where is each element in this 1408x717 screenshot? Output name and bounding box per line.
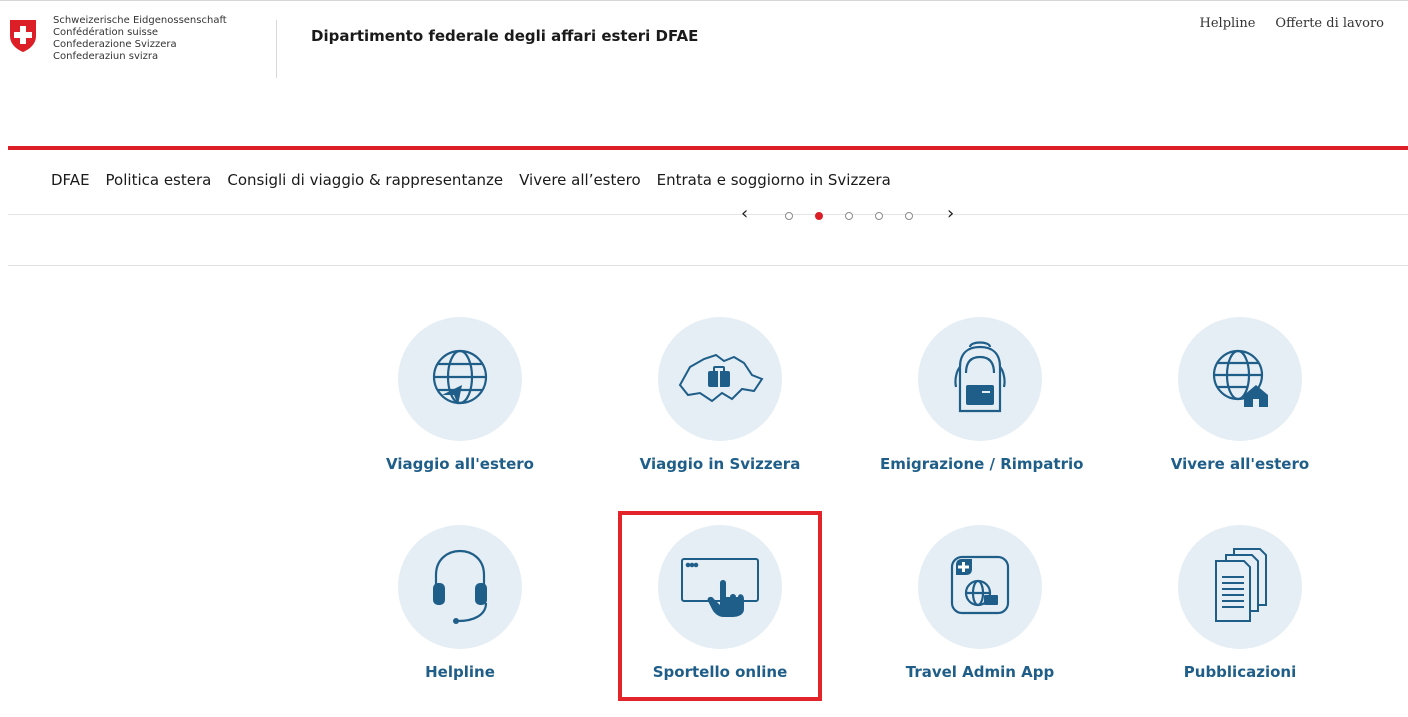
tile-travel-admin-app[interactable]: Travel Admin App (880, 525, 1080, 681)
carousel-dot[interactable] (905, 212, 913, 220)
tile-circle[interactable] (1178, 525, 1302, 649)
carousel-dot[interactable] (785, 212, 793, 220)
tile-living-abroad[interactable]: Vivere all'estero (1140, 317, 1340, 473)
tile-circle[interactable] (398, 525, 522, 649)
highlight-annotation-box (618, 511, 822, 701)
header-divider (276, 20, 277, 78)
tile-label[interactable]: Vivere all'estero (1140, 455, 1340, 473)
headset-icon (428, 545, 492, 629)
tile-publications[interactable]: Pubblicazioni (1140, 525, 1340, 681)
tile-helpline[interactable]: Helpline (360, 525, 560, 681)
main-navigation: DFAE Politica estera Consigli di viaggio… (51, 171, 891, 189)
tile-circle[interactable] (918, 317, 1042, 441)
tile-circle[interactable] (658, 317, 782, 441)
swiss-flag-icon[interactable] (8, 18, 38, 54)
nav-item-foreign-policy[interactable]: Politica estera (106, 171, 212, 189)
nav-divider (8, 214, 1408, 215)
carousel-next-icon[interactable]: › (947, 205, 954, 223)
logo-line-fr: Confédération suisse (53, 27, 159, 38)
backpack-icon (948, 337, 1012, 421)
job-offers-link[interactable]: Offerte di lavoro (1275, 16, 1384, 31)
tile-label[interactable]: Pubblicazioni (1140, 663, 1340, 681)
section-divider (8, 265, 1408, 266)
tile-circle[interactable] (918, 525, 1042, 649)
tile-label[interactable]: Travel Admin App (880, 663, 1080, 681)
nav-item-entry-residence[interactable]: Entrata e soggiorno in Svizzera (657, 171, 891, 189)
tile-label[interactable]: Viaggio in Svizzera (620, 455, 820, 473)
tile-travel-abroad[interactable]: Viaggio all'estero (360, 317, 560, 473)
tile-emigration[interactable]: Emigrazione / Rimpatrio (880, 317, 1083, 473)
nav-item-travel-advice[interactable]: Consigli di viaggio & rappresentanze (227, 171, 503, 189)
logo-line-it: Confederazione Svizzera (53, 39, 177, 50)
carousel-dot[interactable] (845, 212, 853, 220)
logo-line-de: Schweizerische Eidgenossenschaft (53, 15, 227, 26)
tile-circle[interactable] (398, 317, 522, 441)
tile-circle[interactable] (1178, 317, 1302, 441)
carousel-dot[interactable] (875, 212, 883, 220)
app-globe-bag-icon (948, 553, 1012, 621)
red-header-rule (8, 146, 1408, 150)
tile-label[interactable]: Viaggio all'estero (360, 455, 560, 473)
department-title: Dipartimento federale degli affari ester… (311, 27, 699, 45)
nav-item-dfae[interactable]: DFAE (51, 171, 90, 189)
service-navigation: Helpline Offerte di lavoro (1200, 16, 1385, 31)
globe-plane-icon (428, 345, 492, 413)
tile-travel-switzerland[interactable]: Viaggio in Svizzera (620, 317, 820, 473)
tile-label[interactable]: Emigrazione / Rimpatrio (880, 455, 1083, 473)
tile-label[interactable]: Helpline (360, 663, 560, 681)
logo-line-rm: Confederaziun svizra (53, 51, 159, 62)
globe-house-icon (1208, 345, 1272, 413)
nav-item-living-abroad[interactable]: Vivere all’estero (519, 171, 641, 189)
documents-icon (1208, 545, 1272, 629)
carousel-prev-icon[interactable]: ‹ (741, 205, 748, 223)
carousel-controls: ‹ › (741, 205, 961, 225)
carousel-dot-active[interactable] (815, 212, 823, 220)
top-border (0, 0, 1408, 1)
helpline-link[interactable]: Helpline (1200, 16, 1256, 31)
switzerland-suitcase-icon (672, 345, 768, 413)
confederation-logo-text[interactable]: Schweizerische Eidgenossenschaft Confédé… (53, 15, 227, 63)
